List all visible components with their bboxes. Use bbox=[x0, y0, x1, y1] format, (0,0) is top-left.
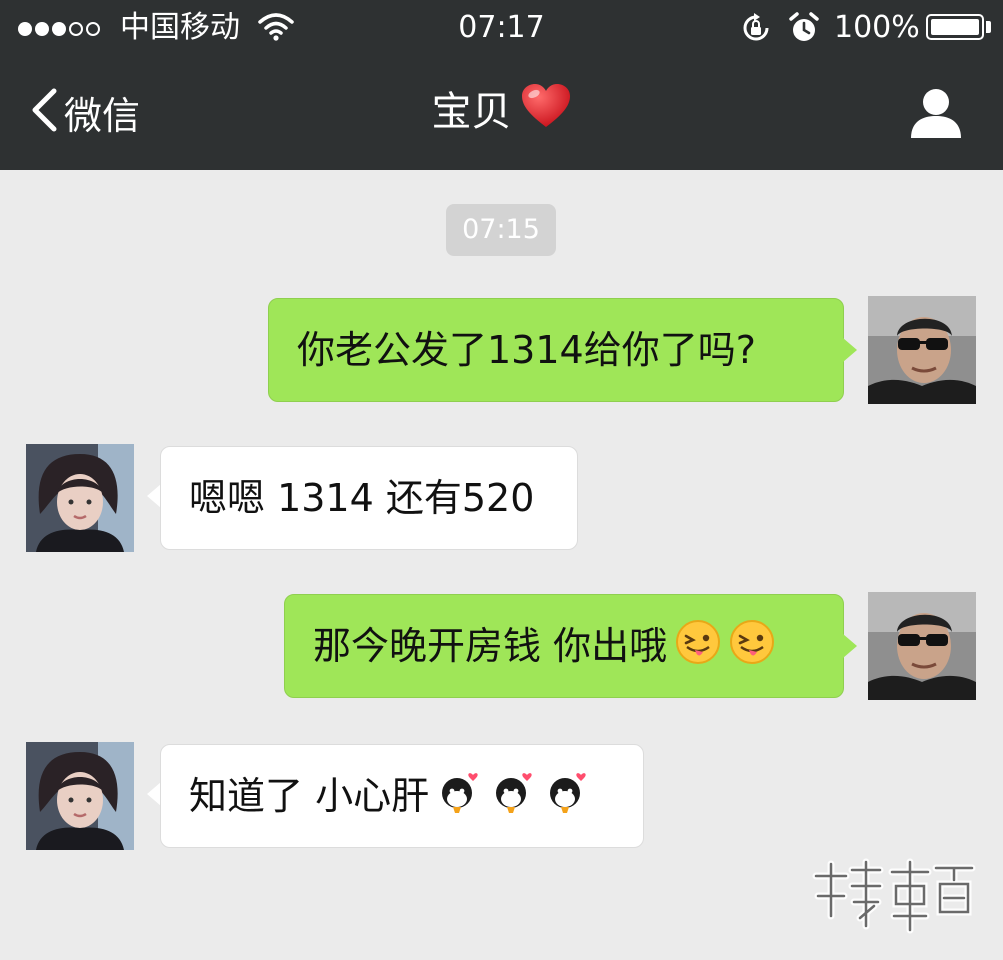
chat-title-text: 宝贝 bbox=[431, 89, 512, 135]
bubble-tail bbox=[843, 634, 857, 658]
nav-bar: 微信 宝贝 bbox=[0, 56, 1003, 170]
battery-cap bbox=[986, 21, 991, 33]
sender-avatar[interactable] bbox=[868, 592, 976, 700]
status-bar: 中国移动 07:17 100% bbox=[0, 0, 1003, 56]
outgoing-message-bubble[interactable]: 你老公发了1314给你了吗? bbox=[268, 298, 844, 402]
heart-icon bbox=[520, 83, 572, 146]
sender-avatar[interactable] bbox=[868, 296, 976, 404]
kiss-emoji-icon bbox=[545, 769, 591, 824]
chat-area: 07:15 你老公发了1314给你了吗? 嗯嗯 1314 还有520 那今晚开房… bbox=[0, 170, 1003, 960]
rotation-lock-icon bbox=[740, 12, 772, 48]
message-timestamp: 07:15 bbox=[446, 204, 556, 256]
person-icon bbox=[908, 89, 964, 144]
chat-title: 宝贝 bbox=[0, 82, 1003, 142]
bubble-tail bbox=[843, 338, 857, 362]
message-text: 知道了 小心肝 bbox=[189, 774, 430, 818]
incoming-message-bubble[interactable]: 知道了 小心肝 bbox=[160, 744, 644, 848]
contact-avatar[interactable] bbox=[26, 444, 134, 552]
message-text: 嗯嗯 1314 还有520 bbox=[189, 476, 535, 520]
battery-level bbox=[931, 19, 979, 35]
battery-icon bbox=[926, 14, 984, 40]
alarm-icon bbox=[788, 11, 820, 49]
message-text: 你老公发了1314给你了吗? bbox=[297, 328, 756, 372]
contact-info-button[interactable] bbox=[908, 84, 964, 140]
battery-percent: 100% bbox=[834, 10, 920, 45]
watermark-logo bbox=[808, 856, 983, 936]
bubble-tail bbox=[147, 484, 161, 508]
message-text: 那今晚开房钱 你出哦 bbox=[313, 624, 668, 668]
tongue-wink-emoji-icon bbox=[675, 619, 721, 674]
contact-avatar[interactable] bbox=[26, 742, 134, 850]
kiss-emoji-icon bbox=[437, 769, 483, 824]
kiss-emoji-icon bbox=[491, 769, 537, 824]
outgoing-message-bubble[interactable]: 那今晚开房钱 你出哦 bbox=[284, 594, 844, 698]
bubble-tail bbox=[147, 782, 161, 806]
tongue-wink-emoji-icon bbox=[729, 619, 775, 674]
incoming-message-bubble[interactable]: 嗯嗯 1314 还有520 bbox=[160, 446, 578, 550]
